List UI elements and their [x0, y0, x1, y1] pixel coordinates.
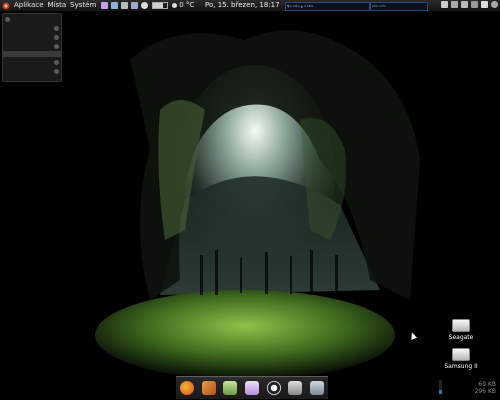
mail-icon[interactable]: [481, 1, 488, 8]
volume-icon[interactable]: [451, 1, 458, 8]
battery-fill: [153, 3, 164, 8]
network-monitor-graph[interactable]: ▼ 0 KB/s ▲ 0 KB/s: [285, 2, 370, 11]
desktop-icon-seagate[interactable]: Seagate: [441, 319, 481, 341]
menu-places[interactable]: Místa: [48, 0, 67, 11]
terminal-icon[interactable]: [121, 2, 129, 9]
distro-logo-icon[interactable]: [2, 2, 10, 10]
network-icon[interactable]: [131, 2, 139, 9]
weather-applet[interactable]: 0 °C: [172, 0, 194, 11]
desktop-icon-label: Seagate: [448, 334, 474, 341]
user-icon[interactable]: [491, 1, 498, 8]
launcher-icons: [101, 2, 149, 9]
dock: [176, 376, 328, 399]
system-tray: [441, 1, 498, 8]
widget-separator: [3, 51, 61, 57]
temperature-label: 0 °C: [179, 1, 195, 9]
download-icon[interactable]: [223, 381, 238, 395]
toggle-knob[interactable]: [54, 25, 59, 31]
browser-icon[interactable]: [101, 2, 109, 9]
desktop-control-widget: [2, 13, 62, 82]
power-icon[interactable]: [471, 1, 478, 8]
widget-row[interactable]: [5, 15, 59, 23]
menu-system[interactable]: Systém: [70, 0, 96, 11]
widget-row[interactable]: [5, 24, 59, 32]
desktop-icon-label: Samsung II: [444, 363, 478, 370]
monitor-icon[interactable]: [310, 381, 325, 395]
weather-icon: [172, 3, 178, 8]
battery-indicator[interactable]: [152, 2, 169, 9]
network-icon[interactable]: [461, 1, 468, 8]
storage-readout: 69 KB 296 KB: [475, 381, 496, 395]
clock[interactable]: Po, 15. březen, 18:17: [205, 0, 280, 11]
disk-usage-fill: [439, 389, 442, 394]
toggle-knob[interactable]: [54, 34, 59, 40]
desktop-icon-samsung[interactable]: Samsung II: [441, 348, 481, 370]
storage-line-1: 69 KB: [478, 381, 496, 388]
firefox-icon[interactable]: [179, 381, 194, 395]
tools-icon[interactable]: [201, 381, 216, 395]
drive-icon: [452, 319, 470, 332]
cpu-monitor-graph[interactable]: CPU 12%: [370, 2, 428, 11]
toggle-knob[interactable]: [54, 68, 59, 74]
settings-icon[interactable]: [141, 2, 149, 9]
widget-row[interactable]: [5, 42, 59, 50]
widget-row[interactable]: [5, 67, 59, 75]
widget-row[interactable]: [5, 58, 59, 66]
disk-usage-bar: [439, 380, 442, 394]
desktop-wallpaper: [0, 0, 500, 400]
drive-icon: [452, 348, 470, 361]
widget-row[interactable]: [5, 33, 59, 41]
settings-icon[interactable]: [266, 381, 281, 395]
toggle-knob[interactable]: [5, 16, 10, 22]
mail-icon[interactable]: [111, 2, 119, 9]
eject-icon[interactable]: [288, 381, 303, 395]
toggle-knob[interactable]: [54, 59, 59, 65]
chat-icon[interactable]: [441, 1, 448, 8]
menu-applications[interactable]: Aplikace: [14, 0, 44, 11]
main-menu: Aplikace Místa Systém: [0, 0, 96, 11]
top-panel: Aplikace Místa Systém 0 °C Po, 15. březe…: [0, 0, 500, 12]
chat-icon[interactable]: [244, 381, 259, 395]
toggle-knob[interactable]: [54, 43, 59, 49]
storage-line-2: 296 KB: [474, 388, 496, 395]
